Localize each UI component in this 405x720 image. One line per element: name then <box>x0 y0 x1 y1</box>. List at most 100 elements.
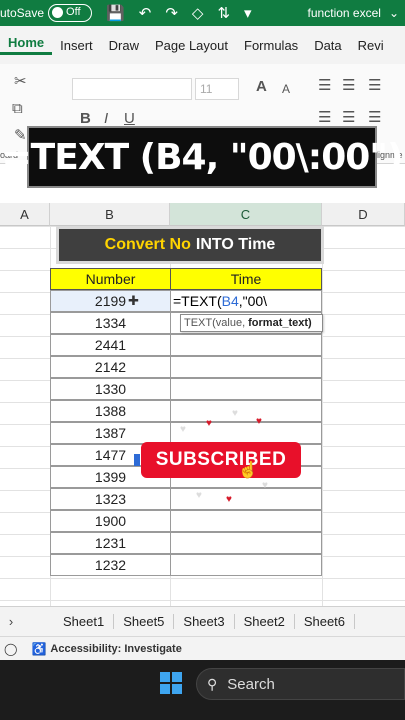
cell-cursor-icon: ✚ <box>128 293 139 308</box>
align-left-icon[interactable]: ☰ <box>318 108 331 126</box>
tooltip-args: TEXT(value, <box>184 317 246 329</box>
header-number[interactable]: Number <box>50 268 171 290</box>
toggle-knob <box>52 7 64 18</box>
font-size-box[interactable]: 11 <box>195 78 239 100</box>
cell-time[interactable] <box>170 554 322 576</box>
convert-label-yellow: Convert No <box>104 236 191 253</box>
tab-data[interactable]: Data <box>306 38 349 53</box>
sort-icon[interactable]: ⇅ <box>217 4 230 22</box>
title-bar: utoSave Off 💾 ↶ ↷ ◇ ⇅ ▾ function excel ⌄ <box>0 0 405 26</box>
shrink-font-icon[interactable]: A <box>282 82 290 96</box>
cell-number[interactable]: 2441 <box>50 334 171 356</box>
function-tooltip[interactable]: TEXT(value, format_text) <box>180 314 323 332</box>
align-bottom-icon[interactable]: ☰ <box>368 76 381 94</box>
align-right-icon[interactable]: ☰ <box>368 108 381 126</box>
copy-icon[interactable]: ⧉ <box>12 100 23 117</box>
taskbar-search[interactable]: ⚲ Search <box>196 668 405 700</box>
cell-time[interactable] <box>170 334 322 356</box>
heart-icon: ♥ <box>180 424 186 435</box>
cell-number[interactable]: 2199 <box>50 290 171 312</box>
cell-number[interactable]: 1330 <box>50 378 171 400</box>
heart-icon: ♥ <box>206 418 212 429</box>
heart-icon: ♥ <box>226 494 232 505</box>
heart-icon: ♥ <box>262 480 268 491</box>
column-header-d[interactable]: D <box>322 203 405 226</box>
cell-time[interactable] <box>170 510 322 532</box>
heart-icon: ♥ <box>256 416 262 427</box>
undo-icon[interactable]: ↶ <box>139 4 152 22</box>
format-painter-icon[interactable]: ◇ <box>192 4 204 22</box>
formula-reference: B4 <box>221 293 239 309</box>
italic-icon[interactable]: I <box>104 110 108 127</box>
hand-pointer-icon: ☝ <box>238 462 258 479</box>
accessibility-status[interactable]: Accessibility: Investigate <box>50 643 181 655</box>
heart-icon: ♥ <box>196 490 202 501</box>
cell-number[interactable]: 1388 <box>50 400 171 422</box>
convert-label-white: INTO Time <box>195 236 276 253</box>
sheet-tab[interactable]: Sheet1 <box>54 614 115 629</box>
formula-cell-editing[interactable]: =TEXT( B4 ,"00\ <box>170 290 322 312</box>
header-time[interactable]: Time <box>170 268 322 290</box>
fill-handle[interactable] <box>134 454 140 466</box>
cell-number[interactable]: 1900 <box>50 510 171 532</box>
align-top-icon[interactable]: ☰ <box>318 76 331 94</box>
customize-toolbar-icon[interactable]: ▾ <box>244 4 252 22</box>
column-header-c[interactable]: C <box>170 203 322 226</box>
formula-banner: =TEXT (B4, "00\:00") <box>2 126 404 188</box>
grow-font-icon[interactable]: A <box>256 78 267 95</box>
sheet-tab[interactable]: Sheet2 <box>235 614 295 629</box>
sheet-tab[interactable]: Sheet5 <box>114 614 175 629</box>
toggle-state: Off <box>66 6 81 18</box>
align-middle-icon[interactable]: ☰ <box>342 76 355 94</box>
taskbar: ⚲ Search <box>0 660 405 720</box>
cell-time[interactable] <box>170 488 322 510</box>
autosave-toggle[interactable]: Off <box>48 4 93 22</box>
sheet-tab[interactable]: Sheet6 <box>295 614 356 629</box>
align-center-icon[interactable]: ☰ <box>342 108 355 126</box>
save-icon[interactable]: 💾 <box>106 4 125 22</box>
tab-review[interactable]: Revi <box>350 38 392 53</box>
convert-label: Convert No INTO Time <box>56 226 324 264</box>
column-header-a[interactable]: A <box>0 203 50 226</box>
bold-icon[interactable]: B <box>80 110 91 127</box>
font-name-box[interactable] <box>72 78 192 100</box>
chevron-right-icon[interactable]: › <box>0 614 22 629</box>
cell-number[interactable]: 2142 <box>50 356 171 378</box>
cut-icon[interactable]: ✂ <box>14 72 27 90</box>
cell-number[interactable]: 1231 <box>50 532 171 554</box>
tab-home[interactable]: Home <box>0 35 53 55</box>
file-title[interactable]: function excel <box>308 6 381 20</box>
cell-number[interactable]: 1323 <box>50 488 171 510</box>
underline-icon[interactable]: U <box>124 110 135 127</box>
status-bar: ◯ ♿ Accessibility: Investigate <box>0 636 405 660</box>
subscribed-button[interactable]: SUBSCRIBED <box>141 442 301 478</box>
font-size-value: 11 <box>200 82 213 96</box>
search-icon: ⚲ <box>207 675 218 692</box>
formula-prefix: =TEXT( <box>173 293 222 309</box>
sheet-tab-bar: › Sheet1 Sheet5 Sheet3 Sheet2 Sheet6 <box>0 606 405 636</box>
cell-time[interactable] <box>170 532 322 554</box>
autosave-label: utoSave <box>0 6 45 20</box>
cell-mode-icon: ◯ <box>4 641 18 656</box>
chevron-down-icon[interactable]: ⌄ <box>389 6 399 20</box>
column-header-b[interactable]: B <box>50 203 170 226</box>
tab-formulas[interactable]: Formulas <box>236 38 306 53</box>
formula-suffix: ,"00\ <box>238 293 268 309</box>
cell-time[interactable] <box>170 378 322 400</box>
tab-insert[interactable]: Insert <box>52 38 101 53</box>
cell-number[interactable]: 1334 <box>50 312 171 334</box>
cell-time[interactable] <box>170 400 322 422</box>
tab-page-layout[interactable]: Page Layout <box>147 38 236 53</box>
search-label: Search <box>227 675 275 693</box>
accessibility-icon[interactable]: ♿ <box>31 642 46 656</box>
sheet-tab[interactable]: Sheet3 <box>174 614 235 629</box>
cell-number[interactable]: 1232 <box>50 554 171 576</box>
tab-draw[interactable]: Draw <box>101 38 147 53</box>
cell-number[interactable]: 1387 <box>50 422 171 444</box>
grid-line <box>322 226 323 606</box>
ribbon-tabs: Home Insert Draw Page Layout Formulas Da… <box>0 26 405 64</box>
cell-time[interactable] <box>170 422 322 444</box>
redo-icon[interactable]: ↷ <box>165 4 178 22</box>
cell-time[interactable] <box>170 356 322 378</box>
windows-logo-icon[interactable] <box>160 672 182 694</box>
